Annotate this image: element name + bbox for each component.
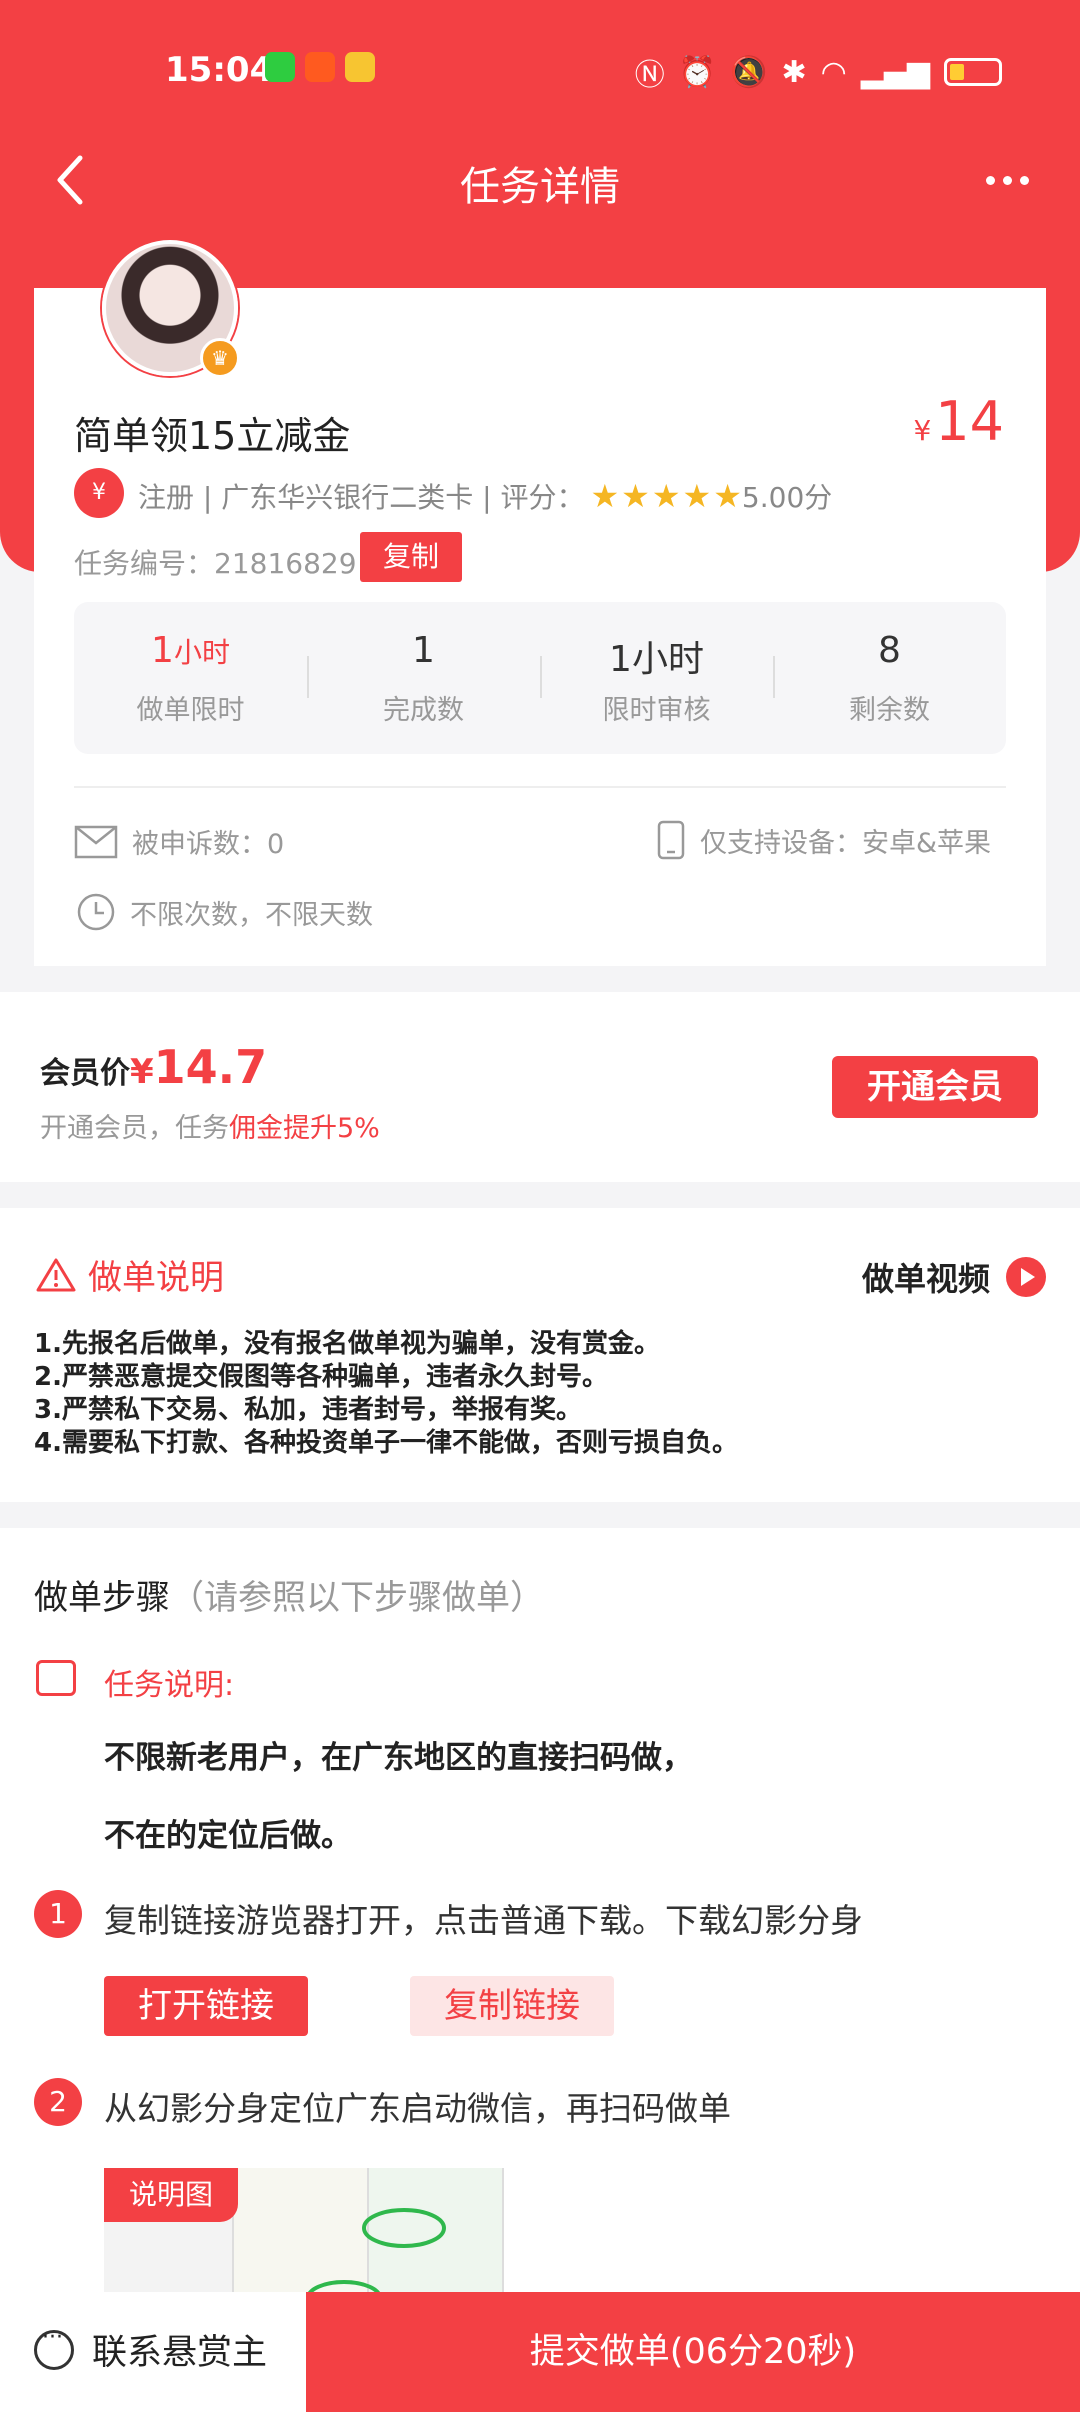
page-title: 任务详情 <box>460 164 620 210</box>
stat-value: 8 <box>878 630 901 671</box>
stat-value: 1小时 <box>609 639 704 680</box>
status-bar: 15:04 Ⓝ ⏰ 🔕 ✱ ◠ ▂▄▆ <box>0 40 1080 100</box>
member-section: 会员价¥14.7 开通会员，任务佣金提升5% 开通会员 <box>0 992 1080 1182</box>
instructions-title-text: 做单说明 <box>88 1258 224 1298</box>
task-description-icon <box>36 1660 76 1696</box>
wifi-icon: ◠ <box>820 54 847 90</box>
member-benefit: 开通会员，任务佣金提升5% <box>40 1106 380 1145</box>
tutorial-video-link[interactable]: 做单视频 <box>862 1254 1046 1300</box>
rules-list: 1.先报名后做单，没有报名做单视为骗单，没有赏金。 2.严禁恶意提交假图等各种骗… <box>34 1328 738 1460</box>
task-number: 任务编号：21816829 <box>74 547 357 580</box>
clock-icon <box>77 893 115 931</box>
task-meta: 注册 | 广东华兴银行二类卡 | 评分： ★ ★ ★ ★ ★ 5.00分 <box>138 476 832 516</box>
play-icon <box>1006 1257 1046 1297</box>
task-price: ¥14 <box>913 390 1004 453</box>
task-limits-text: 不限次数，不限天数 <box>130 899 373 931</box>
app-notification-icon <box>345 52 375 82</box>
phone-icon <box>657 820 685 860</box>
member-price-value: 14.7 <box>153 1040 268 1094</box>
task-description-line: 不限新老用户，在广东地区的直接扫码做， <box>104 1740 693 1776</box>
instructions-title: 做单说明 <box>36 1250 224 1299</box>
stat-time-limit: 1小时 做单限时 <box>74 602 307 754</box>
stat-label: 剩余数 <box>849 695 930 726</box>
contact-publisher-label: 联系悬赏主 <box>92 2333 268 2373</box>
price-value: 14 <box>935 390 1004 453</box>
rating-stars: ★ ★ ★ ★ ★ <box>590 477 741 515</box>
task-description-line: 不在的定位后做。 <box>104 1818 352 1854</box>
stat-unit: 小时 <box>173 636 230 669</box>
more-options-icon[interactable] <box>972 150 1042 210</box>
steps-heading-hint: （请参照以下步骤做单） <box>170 1578 544 1618</box>
steps-heading-text: 做单步骤 <box>34 1578 170 1618</box>
crown-badge-icon: ♛ <box>200 338 240 378</box>
bank-icon: ¥ <box>74 468 124 518</box>
bluetooth-icon: ✱ <box>781 54 807 90</box>
member-price-symbol: ¥ <box>130 1052 154 1092</box>
stat-review-time: 1小时 限时审核 <box>540 602 773 754</box>
instructions-section: 做单说明 做单视频 1.先报名后做单，没有报名做单视为骗单，没有赏金。 2.严禁… <box>0 1208 1080 1502</box>
navigation-bar: 任务详情 <box>0 140 1080 220</box>
status-time: 15:04 <box>165 50 274 90</box>
bottom-action-bar: 联系悬赏主 提交做单(06分20秒) <box>0 2292 1080 2412</box>
system-icons: Ⓝ ⏰ 🔕 ✱ ◠ ▂▄▆ <box>635 50 1002 94</box>
envelope-icon <box>74 825 118 858</box>
rule-item: 3.严禁私下交易、私加，违者封号，举报有奖。 <box>34 1395 582 1425</box>
step-2-text: 从幻影分身定位广东启动微信，再扫码做单 <box>104 2089 731 2128</box>
warning-icon <box>36 1258 76 1291</box>
rule-item: 1.先报名后做单，没有报名做单视为骗单，没有赏金。 <box>34 1329 660 1359</box>
notification-icons <box>265 52 375 82</box>
task-stats: 1小时 做单限时 1 完成数 1小时 限时审核 8 剩余数 <box>74 602 1006 754</box>
stat-value: 1 <box>151 630 174 671</box>
member-price-label: 会员价 <box>40 1056 130 1091</box>
open-membership-button[interactable]: 开通会员 <box>832 1056 1038 1118</box>
rating-score: 5.00分 <box>741 481 833 514</box>
stat-label: 完成数 <box>383 695 464 726</box>
signal-icon: ▂▄▆ <box>860 54 930 90</box>
stat-label: 做单限时 <box>136 695 245 726</box>
tutorial-video-label: 做单视频 <box>861 1260 990 1298</box>
stat-completed: 1 完成数 <box>307 602 540 754</box>
star-icon: ★ <box>621 477 650 515</box>
member-benefit-highlight: 佣金提升5% <box>229 1113 380 1144</box>
steps-section: 做单步骤（请参照以下步骤做单） 任务说明: 不限新老用户，在广东地区的直接扫码做… <box>0 1528 1080 2412</box>
task-description-label: 任务说明: <box>104 1668 235 1703</box>
star-icon: ★ <box>590 477 620 515</box>
app-notification-icon <box>305 52 335 82</box>
complaint-count: 被申诉数：0 <box>74 822 284 861</box>
member-benefit-text: 开通会员，任务 <box>40 1113 229 1144</box>
copy-link-button[interactable]: 复制链接 <box>410 1976 614 2036</box>
rule-item: 4.需要私下打款、各种投资单子一律不能做，否则亏损自负。 <box>34 1428 738 1458</box>
open-link-button[interactable]: 打开链接 <box>104 1976 308 2036</box>
submit-task-button[interactable]: 提交做单(06分20秒) <box>306 2292 1080 2412</box>
stat-label: 限时审核 <box>602 695 711 726</box>
battery-icon <box>944 58 1002 86</box>
step-number: 2 <box>34 2078 82 2126</box>
stat-remaining: 8 剩余数 <box>773 602 1006 754</box>
copy-task-number-button[interactable]: 复制 <box>360 532 462 582</box>
step-number: 1 <box>34 1890 82 1938</box>
chat-icon <box>34 2325 74 2370</box>
member-price: 会员价¥14.7 <box>40 1040 267 1094</box>
star-icon: ★ <box>651 477 681 515</box>
contact-publisher-button[interactable]: 联系悬赏主 <box>34 2324 267 2375</box>
app-notification-icon <box>265 52 295 82</box>
rule-item: 2.严禁恶意提交假图等各种骗单，违者永久封号。 <box>34 1362 608 1392</box>
stat-value: 1 <box>412 630 435 671</box>
alarm-icon: ⏰ <box>678 54 717 90</box>
star-icon: ★ <box>682 477 712 515</box>
supported-devices: 仅支持设备：安卓&苹果 <box>656 820 991 860</box>
nfc-icon: Ⓝ <box>634 58 665 93</box>
task-title: 简单领15立减金 <box>74 414 351 458</box>
complaint-count-text: 被申诉数：0 <box>132 829 285 860</box>
supported-devices-text: 仅支持设备：安卓&苹果 <box>700 827 992 859</box>
mute-icon: 🔕 <box>730 54 768 90</box>
star-icon: ★ <box>713 477 742 515</box>
example-image-tag: 说明图 <box>104 2168 238 2222</box>
task-meta-text: 注册 | 广东华兴银行二类卡 | 评分： <box>138 481 585 514</box>
step-1-text: 复制链接游览器打开，点击普通下载。下载幻影分身 <box>104 1901 863 1940</box>
steps-heading: 做单步骤（请参照以下步骤做单） <box>34 1570 544 1619</box>
price-symbol: ¥ <box>913 414 932 447</box>
task-limits: 不限次数，不限天数 <box>76 892 373 932</box>
divider <box>74 786 1006 788</box>
